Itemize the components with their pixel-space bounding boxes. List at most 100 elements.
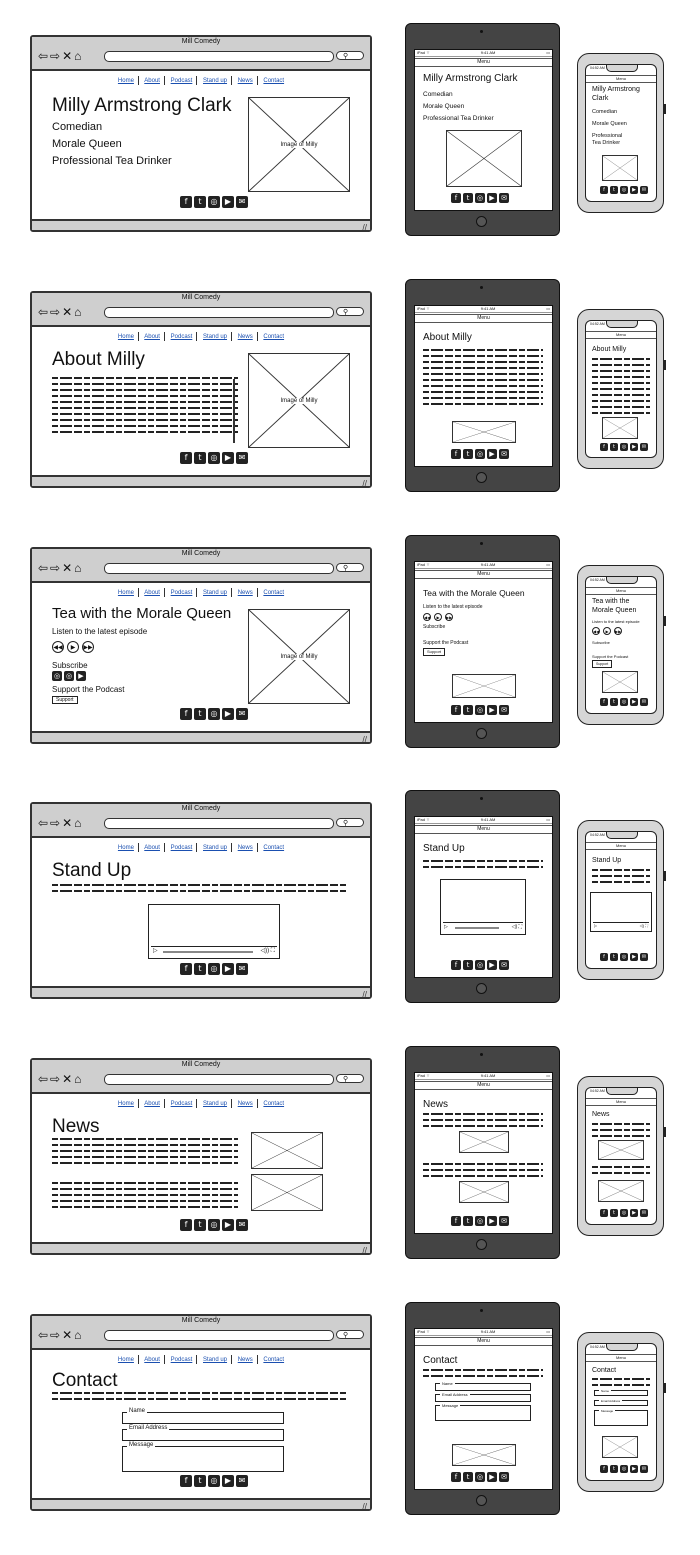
instagram-icon[interactable]: ◎ xyxy=(475,193,485,203)
video-controls[interactable]: ▷ ◁)) ⛶ xyxy=(151,946,277,956)
support-button[interactable]: Support xyxy=(592,660,613,668)
name-field[interactable]: Name xyxy=(594,1389,648,1396)
twitter-icon[interactable]: t xyxy=(194,708,206,720)
message-field[interactable]: Message xyxy=(594,1409,648,1426)
menu-bar[interactable]: Menu xyxy=(586,1354,656,1362)
email-icon[interactable]: ✉ xyxy=(640,186,648,194)
support-button[interactable]: Support xyxy=(52,696,78,704)
email-icon[interactable]: ✉ xyxy=(499,193,509,203)
browser-nav-icons[interactable]: ⇦⇨✕⌂ xyxy=(38,305,83,319)
menu-bar[interactable]: Menu xyxy=(415,314,552,323)
play-icon[interactable]: ▷ xyxy=(153,947,158,956)
email-icon[interactable]: ✉ xyxy=(236,708,248,720)
browser-nav-icons[interactable]: ⇦⇨✕⌂ xyxy=(38,1328,83,1342)
nav-about[interactable]: About xyxy=(144,845,160,851)
facebook-icon[interactable]: f xyxy=(180,708,192,720)
twitter-icon[interactable]: t xyxy=(463,705,473,715)
address-bar[interactable] xyxy=(104,1074,334,1085)
support-button[interactable]: Support xyxy=(423,648,446,656)
instagram-icon[interactable]: ◎ xyxy=(475,705,485,715)
message-field[interactable]: Message xyxy=(435,1403,531,1421)
nav-contact[interactable]: Contact xyxy=(263,1101,284,1107)
instagram-icon[interactable]: ◎ xyxy=(208,452,220,464)
nav-contact[interactable]: Contact xyxy=(263,845,284,851)
youtube-icon[interactable]: ▶ xyxy=(630,186,638,194)
browser-nav-icons[interactable]: ⇦⇨✕⌂ xyxy=(38,816,83,830)
nav-home[interactable]: Home xyxy=(118,334,134,340)
nav-about[interactable]: About xyxy=(144,334,160,340)
video-player[interactable]: ▷ ◁) ⛶ xyxy=(440,879,526,935)
youtube-icon[interactable]: ▶ xyxy=(630,953,638,961)
youtube-icon[interactable]: ▶ xyxy=(76,671,86,681)
play-icon[interactable]: ▶ xyxy=(603,627,611,635)
instagram-icon[interactable]: ◎ xyxy=(620,443,628,451)
menu-bar[interactable]: Menu xyxy=(415,825,552,834)
nav-about[interactable]: About xyxy=(144,590,160,596)
search-icon[interactable]: ⚲ xyxy=(336,1074,364,1083)
email-icon[interactable]: ✉ xyxy=(499,960,509,970)
youtube-icon[interactable]: ▶ xyxy=(222,452,234,464)
email-icon[interactable]: ✉ xyxy=(640,1209,648,1217)
facebook-icon[interactable]: f xyxy=(600,1465,608,1473)
nav-podcast[interactable]: Podcast xyxy=(171,78,193,84)
video-player[interactable]: ▷ ◁)) ⛶ xyxy=(148,904,280,959)
twitter-icon[interactable]: t xyxy=(610,186,618,194)
rewind-icon[interactable]: ◀◀ xyxy=(592,627,600,635)
instagram-icon[interactable]: ◎ xyxy=(208,1475,220,1487)
twitter-icon[interactable]: t xyxy=(194,963,206,975)
facebook-icon[interactable]: f xyxy=(600,698,608,706)
email-icon[interactable]: ✉ xyxy=(640,1465,648,1473)
menu-bar[interactable]: Menu xyxy=(415,570,552,579)
youtube-icon[interactable]: ▶ xyxy=(630,1465,638,1473)
play-icon[interactable]: ▶ xyxy=(67,641,79,653)
email-icon[interactable]: ✉ xyxy=(499,449,509,459)
youtube-icon[interactable]: ▶ xyxy=(487,1216,497,1226)
menu-bar[interactable]: Menu xyxy=(586,842,656,850)
nav-podcast[interactable]: Podcast xyxy=(171,1101,193,1107)
nav-podcast[interactable]: Podcast xyxy=(171,334,193,340)
rewind-icon[interactable]: ◀◀ xyxy=(52,641,64,653)
nav-news[interactable]: News xyxy=(238,845,253,851)
facebook-icon[interactable]: f xyxy=(600,443,608,451)
facebook-icon[interactable]: f xyxy=(180,452,192,464)
twitter-icon[interactable]: t xyxy=(463,193,473,203)
search-icon[interactable]: ⚲ xyxy=(336,563,364,572)
twitter-icon[interactable]: t xyxy=(194,196,206,208)
nav-news[interactable]: News xyxy=(238,1101,253,1107)
nav-home[interactable]: Home xyxy=(118,845,134,851)
twitter-icon[interactable]: t xyxy=(194,1219,206,1231)
youtube-icon[interactable]: ▶ xyxy=(222,1219,234,1231)
facebook-icon[interactable]: f xyxy=(451,960,461,970)
instagram-icon[interactable]: ◎ xyxy=(475,960,485,970)
volume-fullscreen-icons[interactable]: ◁)) ⛶ xyxy=(261,947,275,956)
nav-contact[interactable]: Contact xyxy=(263,334,284,340)
podcast-icon[interactable]: ◎ xyxy=(64,671,74,681)
instagram-icon[interactable]: ◎ xyxy=(208,963,220,975)
youtube-icon[interactable]: ▶ xyxy=(630,1209,638,1217)
facebook-icon[interactable]: f xyxy=(600,1209,608,1217)
name-field[interactable]: Name xyxy=(122,1408,284,1424)
nav-standup[interactable]: Stand up xyxy=(203,334,227,340)
nav-podcast[interactable]: Podcast xyxy=(171,590,193,596)
youtube-icon[interactable]: ▶ xyxy=(487,193,497,203)
fast-forward-icon[interactable]: ▶▶ xyxy=(614,627,622,635)
menu-bar[interactable]: Menu xyxy=(415,1081,552,1090)
twitter-icon[interactable]: t xyxy=(194,452,206,464)
facebook-icon[interactable]: f xyxy=(180,196,192,208)
email-icon[interactable]: ✉ xyxy=(236,1219,248,1231)
video-progress[interactable] xyxy=(163,951,253,953)
email-field[interactable]: Email Address xyxy=(122,1425,284,1441)
nav-contact[interactable]: Contact xyxy=(263,78,284,84)
play-icon[interactable]: ▶ xyxy=(434,613,442,621)
nav-podcast[interactable]: Podcast xyxy=(171,845,193,851)
email-field[interactable]: Email Address xyxy=(435,1392,531,1402)
youtube-icon[interactable]: ▶ xyxy=(487,1472,497,1482)
search-icon[interactable]: ⚲ xyxy=(336,307,364,316)
youtube-icon[interactable]: ▶ xyxy=(630,443,638,451)
youtube-icon[interactable]: ▶ xyxy=(487,449,497,459)
facebook-icon[interactable]: f xyxy=(180,1219,192,1231)
instagram-icon[interactable]: ◎ xyxy=(620,953,628,961)
nav-news[interactable]: News xyxy=(238,1357,253,1363)
instagram-icon[interactable]: ◎ xyxy=(620,1209,628,1217)
video-player[interactable]: ▷ ◁) ⛶ xyxy=(590,892,652,932)
